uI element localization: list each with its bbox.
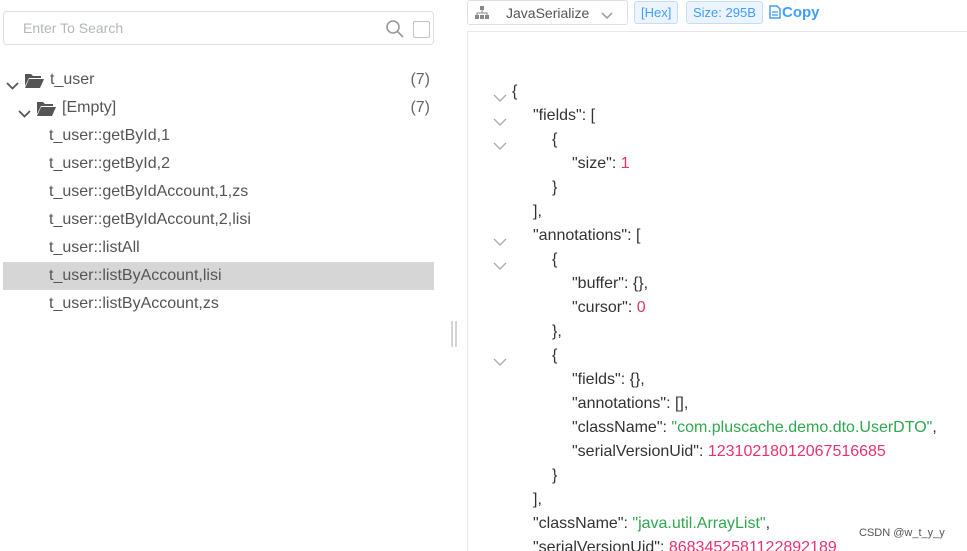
json-brace: } bbox=[552, 179, 558, 196]
tree-leaf[interactable]: t_user::listAll bbox=[0, 234, 440, 262]
search-input[interactable] bbox=[4, 12, 374, 44]
search-box bbox=[3, 11, 434, 45]
hex-toggle-tag[interactable]: [Hex] bbox=[634, 1, 679, 24]
json-brace: } bbox=[552, 467, 558, 484]
json-key: "fields" bbox=[533, 107, 582, 124]
json-bracket: ], bbox=[533, 491, 542, 508]
chevron-down-icon[interactable] bbox=[6, 74, 19, 90]
tree-leaf-label: t_user::getById,1 bbox=[49, 127, 170, 144]
json-punct: , bbox=[765, 515, 771, 532]
json-key: "annotations" bbox=[533, 227, 628, 244]
json-punct: : bbox=[659, 539, 669, 551]
watermark: CSDN @w_t_y_y bbox=[859, 527, 945, 539]
tree-leaf-label: t_user::listByAccount,lisi bbox=[49, 267, 222, 284]
folder-open-icon bbox=[36, 99, 56, 116]
json-punct: : [ bbox=[581, 107, 596, 124]
copy-button[interactable]: Copy bbox=[769, 4, 820, 21]
json-punct: : bbox=[611, 155, 621, 172]
json-number: 0 bbox=[636, 299, 646, 316]
json-key: "cursor" bbox=[572, 299, 628, 316]
json-punct: : bbox=[627, 299, 637, 316]
tree-leaf[interactable]: t_user::getByIdAccount,2,lisi bbox=[0, 206, 440, 234]
tree-node-root[interactable]: t_user (7) bbox=[0, 66, 440, 94]
tree-node-count: (7) bbox=[410, 71, 430, 88]
tree-leaf[interactable]: t_user::getById,2 bbox=[0, 150, 440, 178]
tree-leaf-label: t_user::getByIdAccount,2,lisi bbox=[49, 211, 251, 228]
sitemap-icon bbox=[475, 6, 489, 20]
fold-chevron-icon[interactable] bbox=[493, 351, 507, 366]
json-key: "className" bbox=[572, 419, 663, 436]
tree-node-label: [Empty] bbox=[62, 99, 117, 116]
json-number: 1 bbox=[620, 155, 630, 172]
json-viewer: { "fields": [ { "size": 1 } ], "annotati… bbox=[467, 31, 967, 551]
fold-chevron-icon[interactable] bbox=[493, 111, 507, 126]
format-select[interactable]: JavaSerialize bbox=[467, 0, 628, 25]
size-tag: Size: 295B bbox=[686, 1, 763, 24]
json-string: "java.util.ArrayList" bbox=[632, 515, 766, 532]
fold-chevron-icon[interactable] bbox=[493, 87, 507, 102]
chevron-down-icon[interactable] bbox=[18, 102, 31, 118]
tree-leaf[interactable]: t_user::getByIdAccount,1,zs bbox=[0, 178, 440, 206]
json-brace: }, bbox=[552, 323, 562, 340]
json-key: "className" bbox=[533, 515, 624, 532]
json-brace: { bbox=[552, 131, 558, 148]
json-bracket: ], bbox=[533, 203, 542, 220]
json-brace: { bbox=[552, 251, 558, 268]
json-key: "serialVersionUid" bbox=[572, 443, 699, 460]
json-number: 8683452581122892189 bbox=[668, 539, 837, 551]
json-punct: , bbox=[932, 419, 937, 436]
json-key: "size" bbox=[572, 155, 612, 172]
search-icon[interactable] bbox=[385, 19, 405, 39]
chevron-down-icon bbox=[601, 8, 613, 20]
json-key: "buffer" bbox=[572, 275, 624, 292]
tree-leaf-label: t_user::listAll bbox=[49, 239, 140, 256]
json-key: "fields" bbox=[572, 371, 621, 388]
tree-leaf-label: t_user::getById,2 bbox=[49, 155, 170, 172]
pane-splitter-handle[interactable] bbox=[451, 321, 457, 347]
json-punct: : {}, bbox=[623, 275, 649, 292]
json-punct: : [ bbox=[627, 227, 641, 244]
json-punct: : [], bbox=[666, 395, 689, 412]
tree-node-label: t_user bbox=[50, 71, 95, 88]
json-brace: { bbox=[512, 83, 518, 100]
key-tree-pane: t_user (7) [Empty] (7) t_user::getById,1… bbox=[0, 0, 440, 551]
tree-node-count: (7) bbox=[410, 99, 430, 116]
json-brace: { bbox=[552, 347, 558, 364]
tree-node-group[interactable]: [Empty] (7) bbox=[0, 94, 440, 122]
tree-leaf-label: t_user::listByAccount,zs bbox=[49, 295, 219, 312]
format-select-value: JavaSerialize bbox=[506, 5, 590, 21]
viewer-toolbar: JavaSerialize [Hex] Size: 295B Copy bbox=[467, 0, 967, 26]
json-key: "annotations" bbox=[572, 395, 667, 412]
json-punct: : {}, bbox=[620, 371, 645, 388]
document-icon bbox=[769, 5, 781, 19]
fold-chevron-icon[interactable] bbox=[493, 135, 507, 150]
json-key: "serialVersionUid" bbox=[533, 539, 660, 551]
value-viewer-pane: JavaSerialize [Hex] Size: 295B Copy { "f… bbox=[467, 0, 967, 551]
tree-leaf[interactable]: t_user::listByAccount,zs bbox=[0, 290, 440, 318]
fold-chevron-icon[interactable] bbox=[493, 255, 507, 270]
json-number: 12310218012067516685 bbox=[707, 443, 886, 460]
tree-leaf[interactable]: t_user::getById,1 bbox=[0, 122, 440, 150]
folder-open-icon bbox=[24, 71, 44, 88]
tree-leaf-selected[interactable]: t_user::listByAccount,lisi bbox=[3, 262, 434, 290]
tree-leaf-label: t_user::getByIdAccount,1,zs bbox=[49, 183, 249, 200]
key-tree: t_user (7) [Empty] (7) t_user::getById,1… bbox=[0, 66, 440, 318]
json-punct: : bbox=[698, 443, 708, 460]
exact-search-checkbox[interactable] bbox=[413, 21, 430, 38]
fold-chevron-icon[interactable] bbox=[493, 231, 507, 246]
json-string: "com.pluscache.demo.dto.UserDTO" bbox=[671, 419, 933, 436]
copy-button-label: Copy bbox=[782, 4, 820, 21]
